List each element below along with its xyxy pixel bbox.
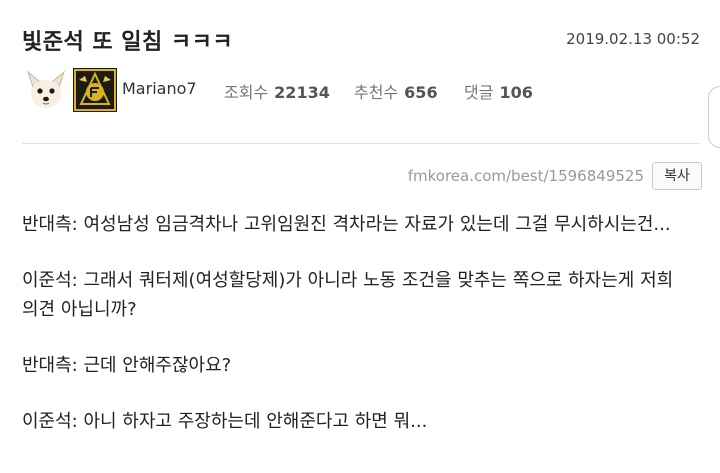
body-paragraph: 반대측: 여성남성 임금격차나 고위임원진 격차라는 자료가 있는데 그걸 무시… (22, 214, 671, 235)
comment-count-label: 댓글 (464, 83, 494, 102)
post-date: 2019.02.13 00:52 (566, 30, 700, 48)
comment-count[interactable]: 댓글 106 (464, 79, 533, 103)
vote-count: 추천수 656 (354, 79, 438, 103)
body-paragraph: 이준석: 그래서 쿼터제(여성할당제)가 아니라 노동 조건을 맞추는 쪽으로 … (22, 270, 674, 320)
post-header: 빛준석 또 일침 ㅋㅋㅋ 2019.02.13 00:52 (22, 24, 702, 58)
post-url[interactable]: fmkorea.com/best/1596849525 (408, 167, 644, 185)
author-info: Mariano7 조회수 22134 추천수 656 댓글 106 (22, 68, 712, 112)
post-view: 빛준석 또 일침 ㅋㅋㅋ 2019.02.13 00:52 Mariano7 조… (0, 0, 720, 473)
view-count-value: 22134 (274, 83, 330, 102)
post-body: 반대측: 여성남성 임금격차나 고위임원진 격차라는 자료가 있는데 그걸 무시… (22, 210, 706, 463)
header-divider (22, 143, 700, 144)
dog-face-icon[interactable] (24, 68, 68, 112)
vote-count-value: 656 (404, 83, 438, 102)
vote-count-label: 추천수 (354, 83, 399, 102)
author-nickname[interactable]: Mariano7 (122, 79, 197, 98)
comment-count-value: 106 (499, 83, 533, 102)
copy-url-button[interactable]: 복사 (652, 162, 702, 190)
view-count: 조회수 22134 (224, 79, 330, 103)
post-title: 빛준석 또 일침 ㅋㅋㅋ (22, 30, 234, 55)
side-scroll-handle[interactable] (708, 86, 720, 148)
body-paragraph: 반대측: 근데 안해주잖아요? (22, 355, 232, 376)
post-url-row: fmkorea.com/best/1596849525 복사 (22, 162, 702, 192)
body-paragraph: 이준석: 아니 하자고 주장하는데 안해준다고 하면 뭐... (22, 411, 428, 432)
gold-crest-level-icon (73, 68, 117, 112)
view-count-label: 조회수 (224, 83, 269, 102)
